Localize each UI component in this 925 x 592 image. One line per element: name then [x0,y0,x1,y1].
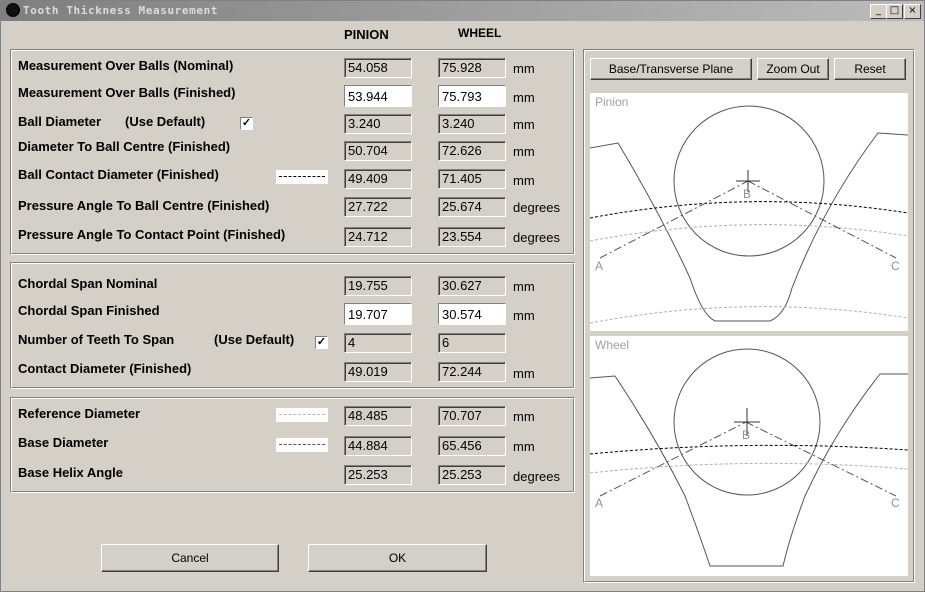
mob-finished-unit: mm [513,90,535,105]
pa-ball-centre-wheel: 25.674 [438,197,506,217]
chordal-nominal-unit: mm [513,279,535,294]
dialog-window: Tooth Thickness Measurement _ □ × PINION… [0,0,925,592]
base-helix-angle-label: Base Helix Angle [18,465,124,480]
ball-diameter-use-default-label: (Use Default) [125,114,206,129]
mob-nominal-label: Measurement Over Balls (Nominal) [18,58,234,73]
reset-button[interactable]: Reset [834,58,906,80]
chordal-nominal-wheel: 30.627 [438,276,506,296]
contact-diameter-unit: mm [513,366,535,381]
chordal-finished-pinion-input[interactable] [344,303,412,325]
teeth-use-default-label: (Use Default) [214,332,295,347]
base-helix-angle-wheel: 25.253 [438,465,506,485]
contact-diameter-wheel: 72.244 [438,362,506,382]
base-plane-button[interactable]: Base/Transverse Plane [590,58,752,80]
mob-finished-wheel-input[interactable] [438,85,506,107]
pinion-drawing [590,105,908,324]
mob-nominal-wheel: 75.928 [438,58,506,78]
chordal-finished-label: Chordal Span Finished [18,303,160,318]
pa-contact-point-unit: degrees [513,230,560,245]
dia-ball-centre-label: Diameter To Ball Centre (Finished) [18,139,231,154]
ball-diameter-wheel: 3.240 [438,114,506,134]
dia-ball-centre-unit: mm [513,144,535,159]
wheel-drawing [590,348,908,567]
mob-nominal-pinion: 54.058 [344,58,412,78]
reference-diameter-wheel: 70.707 [438,406,506,426]
ok-button[interactable]: OK [308,544,487,572]
teeth-to-span-label: Number of Teeth To Span [18,332,175,347]
base-helix-angle-pinion: 25.253 [344,465,412,485]
zoom-out-button[interactable]: Zoom Out [757,58,829,80]
base-helix-angle-unit: degrees [513,469,560,484]
base-diameter-label: Base Diameter [18,435,109,450]
pa-contact-point-pinion: 24.712 [344,227,412,247]
pa-ball-centre-label: Pressure Angle To Ball Centre (Finished) [18,198,270,213]
teeth-to-span-pinion: 4 [344,333,412,353]
base-diameter-pinion: 44.884 [344,436,412,456]
reference-diameter-label: Reference Diameter [18,406,141,421]
pa-ball-centre-unit: degrees [513,200,560,215]
chordal-nominal-label: Chordal Span Nominal [18,276,158,291]
maximize-button[interactable]: □ [886,4,903,19]
mob-nominal-unit: mm [513,61,535,76]
dia-ball-centre-wheel: 72.626 [438,141,506,161]
reference-diameter-unit: mm [513,409,535,424]
wheel-view[interactable]: Wheel B A C [590,336,908,576]
pinion-point-b: B [743,187,752,201]
contact-diameter-label: Contact Diameter (Finished) [18,361,192,376]
minimize-button[interactable]: _ [870,4,887,19]
wheel-point-b: B [742,428,751,442]
base-diameter-wheel: 65.456 [438,436,506,456]
teeth-to-span-wheel: 6 [438,333,506,353]
reference-line-swatch [276,408,328,422]
mob-finished-label: Measurement Over Balls (Finished) [18,85,236,100]
base-diameter-unit: mm [513,439,535,454]
dia-ball-centre-pinion: 50.704 [344,141,412,161]
chordal-finished-wheel-input[interactable] [438,303,506,325]
ball-diameter-label: Ball Diameter [18,114,102,129]
chordal-nominal-pinion: 19.755 [344,276,412,296]
ball-diameter-default-checkbox[interactable]: ✓ [240,117,253,130]
chordal-finished-unit: mm [513,308,535,323]
pinion-view[interactable]: Pinion B A C [590,93,908,331]
pinion-column-header: PINION [344,27,389,42]
reference-diameter-pinion: 48.485 [344,406,412,426]
wheel-point-c: C [891,496,900,510]
wheel-column-header: WHEEL [458,26,502,40]
pa-contact-point-label: Pressure Angle To Contact Point (Finishe… [18,227,286,242]
base-line-swatch [276,438,328,452]
ball-contact-dia-unit: mm [513,173,535,188]
pa-contact-point-wheel: 23.554 [438,227,506,247]
wheel-point-a: A [595,496,604,510]
teeth-default-checkbox[interactable]: ✓ [315,336,328,349]
mob-finished-pinion-input[interactable] [344,85,412,107]
pinion-point-c: C [891,259,900,273]
contact-diameter-pinion: 49.019 [344,362,412,382]
gear-icon[interactable] [6,3,20,17]
title-bar[interactable]: Tooth Thickness Measurement _ □ × [1,1,924,21]
ball-diameter-pinion: 3.240 [344,114,412,134]
close-button[interactable]: × [904,4,921,19]
ball-contact-line-swatch [276,170,328,184]
ball-contact-dia-pinion: 49.409 [344,169,412,189]
ball-contact-dia-label: Ball Contact Diameter (Finished) [18,167,219,182]
pinion-point-a: A [595,259,604,273]
pa-ball-centre-pinion: 27.722 [344,197,412,217]
cancel-button[interactable]: Cancel [101,544,279,572]
ball-contact-dia-wheel: 71.405 [438,169,506,189]
ball-diameter-unit: mm [513,117,535,132]
window-title: Tooth Thickness Measurement [23,4,219,17]
